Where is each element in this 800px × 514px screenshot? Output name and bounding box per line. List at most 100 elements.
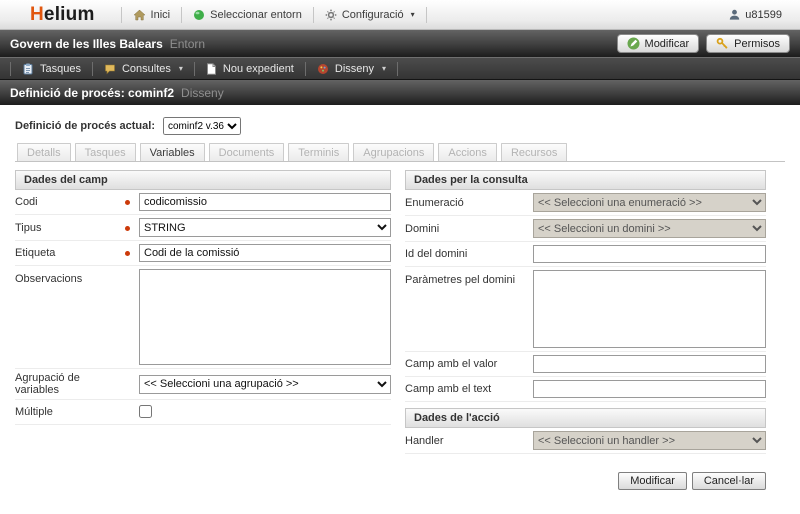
tab-variables[interactable]: Variables: [140, 143, 205, 161]
process-selector-row: Definició de procés actual: cominf2 v.36: [15, 117, 766, 135]
menu-item-label: Configuració: [342, 9, 404, 21]
camp-valor-input[interactable]: [533, 355, 766, 373]
permisos-label: Permisos: [734, 38, 780, 50]
required-marker: [125, 225, 139, 231]
handler-label: Handler: [405, 435, 533, 447]
document-icon: [206, 63, 217, 75]
id-domini-input[interactable]: [533, 245, 766, 263]
multiple-checkbox[interactable]: [139, 405, 152, 418]
entorn-bar: Govern de les Illes Balears Entorn Modif…: [0, 30, 800, 57]
modificar-button[interactable]: Modificar: [618, 472, 687, 490]
multiple-label: Múltiple: [15, 406, 125, 418]
observacions-label: Observacions: [15, 269, 125, 285]
user-icon: [729, 9, 740, 20]
tab-documents[interactable]: Documents: [209, 143, 285, 161]
user-menu[interactable]: u81599: [729, 9, 790, 21]
footer-actions: Modificar Cancel·lar: [15, 472, 766, 490]
username: u81599: [745, 9, 782, 21]
camp-text-input[interactable]: [533, 380, 766, 398]
right-column: Dades per la consulta Enumeració << Sele…: [405, 170, 766, 454]
chevron-down-icon: ▾: [411, 11, 415, 19]
section-header: Dades per la consulta: [405, 170, 766, 190]
field-row-id-domini: Id del domini: [405, 242, 766, 267]
field-row-etiqueta: Etiqueta: [15, 241, 391, 266]
tab-agrupacions[interactable]: Agrupacions: [353, 143, 434, 161]
top-bar: Helium Inici Seleccionar entorn Configur…: [0, 0, 800, 30]
tab-bar: Detalls Tasques Variables Documents Term…: [15, 143, 785, 162]
section-dades-per-la-consulta: Dades per la consulta Enumeració << Sele…: [405, 170, 766, 402]
tab-terminis[interactable]: Terminis: [288, 143, 349, 161]
observacions-textarea[interactable]: [139, 269, 391, 365]
agrupacio-select[interactable]: << Seleccioni una agrupació >>: [139, 375, 391, 394]
nav-item-label: Consultes: [122, 63, 171, 75]
section-dades-del-camp: Dades del camp Codi Tipus STRING Etiquet…: [15, 170, 391, 454]
nav-item-nou-expedient[interactable]: Nou expedient: [194, 62, 305, 76]
key-icon: [716, 37, 729, 50]
logo-accent: H: [30, 4, 44, 25]
page-title-bar: Definició de procés: cominf2 Disseny: [0, 80, 800, 105]
logo-rest: elium: [44, 4, 95, 25]
menu-item-label: Inici: [151, 9, 171, 21]
field-row-enumeracio: Enumeració << Seleccioni una enumeració …: [405, 190, 766, 216]
menu-item-label: Seleccionar entorn: [210, 9, 302, 21]
tab-recursos[interactable]: Recursos: [501, 143, 567, 161]
nav-item-label: Nou expedient: [223, 63, 294, 75]
required-marker: [125, 250, 139, 256]
tipus-label: Tipus: [15, 222, 125, 234]
menu-item-configuracio[interactable]: Configuració ▾: [313, 7, 427, 23]
chevron-down-icon: ▾: [179, 65, 183, 73]
nav-item-consultes[interactable]: Consultes ▾: [92, 62, 194, 76]
section-header: Dades de l'acció: [405, 408, 766, 428]
enumeracio-select: << Seleccioni una enumeració >>: [533, 193, 766, 212]
field-row-parametres: Paràmetres pel domini: [405, 267, 766, 352]
tab-tasques[interactable]: Tasques: [75, 143, 136, 161]
gear-icon: [325, 9, 337, 21]
parametres-textarea[interactable]: [533, 270, 766, 348]
clipboard-icon: [22, 63, 34, 75]
enumeracio-label: Enumeració: [405, 197, 533, 209]
main-content: Definició de procés actual: cominf2 v.36…: [0, 105, 800, 490]
nav-item-label: Disseny: [335, 63, 374, 75]
modificar-entorn-button[interactable]: Modificar: [617, 34, 700, 53]
page-subtitle: Disseny: [181, 86, 224, 100]
id-domini-label: Id del domini: [405, 248, 533, 260]
tab-accions[interactable]: Accions: [438, 143, 497, 161]
process-version-select[interactable]: cominf2 v.36: [163, 117, 241, 135]
field-row-multiple: Múltiple: [15, 400, 391, 425]
entorn-title: Govern de les Illes Balears: [10, 37, 163, 51]
entorn-actions: Modificar Permisos: [617, 34, 790, 53]
section-header: Dades del camp: [15, 170, 391, 190]
field-row-camp-valor: Camp amb el valor: [405, 352, 766, 377]
field-row-handler: Handler << Seleccioni un handler >>: [405, 428, 766, 454]
home-icon: [133, 9, 146, 21]
form-columns: Dades del camp Codi Tipus STRING Etiquet…: [15, 170, 766, 454]
field-row-tipus: Tipus STRING: [15, 215, 391, 241]
cancellar-button[interactable]: Cancel·lar: [692, 472, 766, 490]
edit-icon: [627, 37, 640, 50]
etiqueta-label: Etiqueta: [15, 247, 125, 259]
section-dades-de-laccio: Dades de l'acció Handler << Seleccioni u…: [405, 408, 766, 454]
entorn-subtitle: Entorn: [170, 37, 205, 51]
field-row-observacions: Observacions: [15, 266, 391, 369]
tab-detalls[interactable]: Detalls: [17, 143, 71, 161]
nav-item-tasques[interactable]: Tasques: [10, 62, 92, 76]
field-row-camp-text: Camp amb el text: [405, 377, 766, 402]
palette-icon: [317, 63, 329, 75]
parametres-label: Paràmetres pel domini: [405, 270, 533, 286]
menu-item-seleccionar-entorn[interactable]: Seleccionar entorn: [181, 7, 313, 23]
nav-item-label: Tasques: [40, 63, 81, 75]
permisos-button[interactable]: Permisos: [706, 34, 790, 53]
codi-label: Codi: [15, 196, 125, 208]
domini-select: << Seleccioni un domini >>: [533, 219, 766, 238]
field-row-domini: Domini << Seleccioni un domini >>: [405, 216, 766, 242]
camp-text-label: Camp amb el text: [405, 383, 533, 395]
nav-item-disseny[interactable]: Disseny ▾: [305, 62, 398, 76]
tipus-select[interactable]: STRING: [139, 218, 391, 237]
etiqueta-input[interactable]: [139, 244, 391, 262]
codi-input[interactable]: [139, 193, 391, 211]
field-row-agrupacio: Agrupació de variables << Seleccioni una…: [15, 369, 391, 400]
camp-valor-label: Camp amb el valor: [405, 358, 533, 370]
menu-item-inici[interactable]: Inici: [121, 7, 182, 23]
speech-bubble-icon: [104, 63, 116, 75]
handler-select: << Seleccioni un handler >>: [533, 431, 766, 450]
